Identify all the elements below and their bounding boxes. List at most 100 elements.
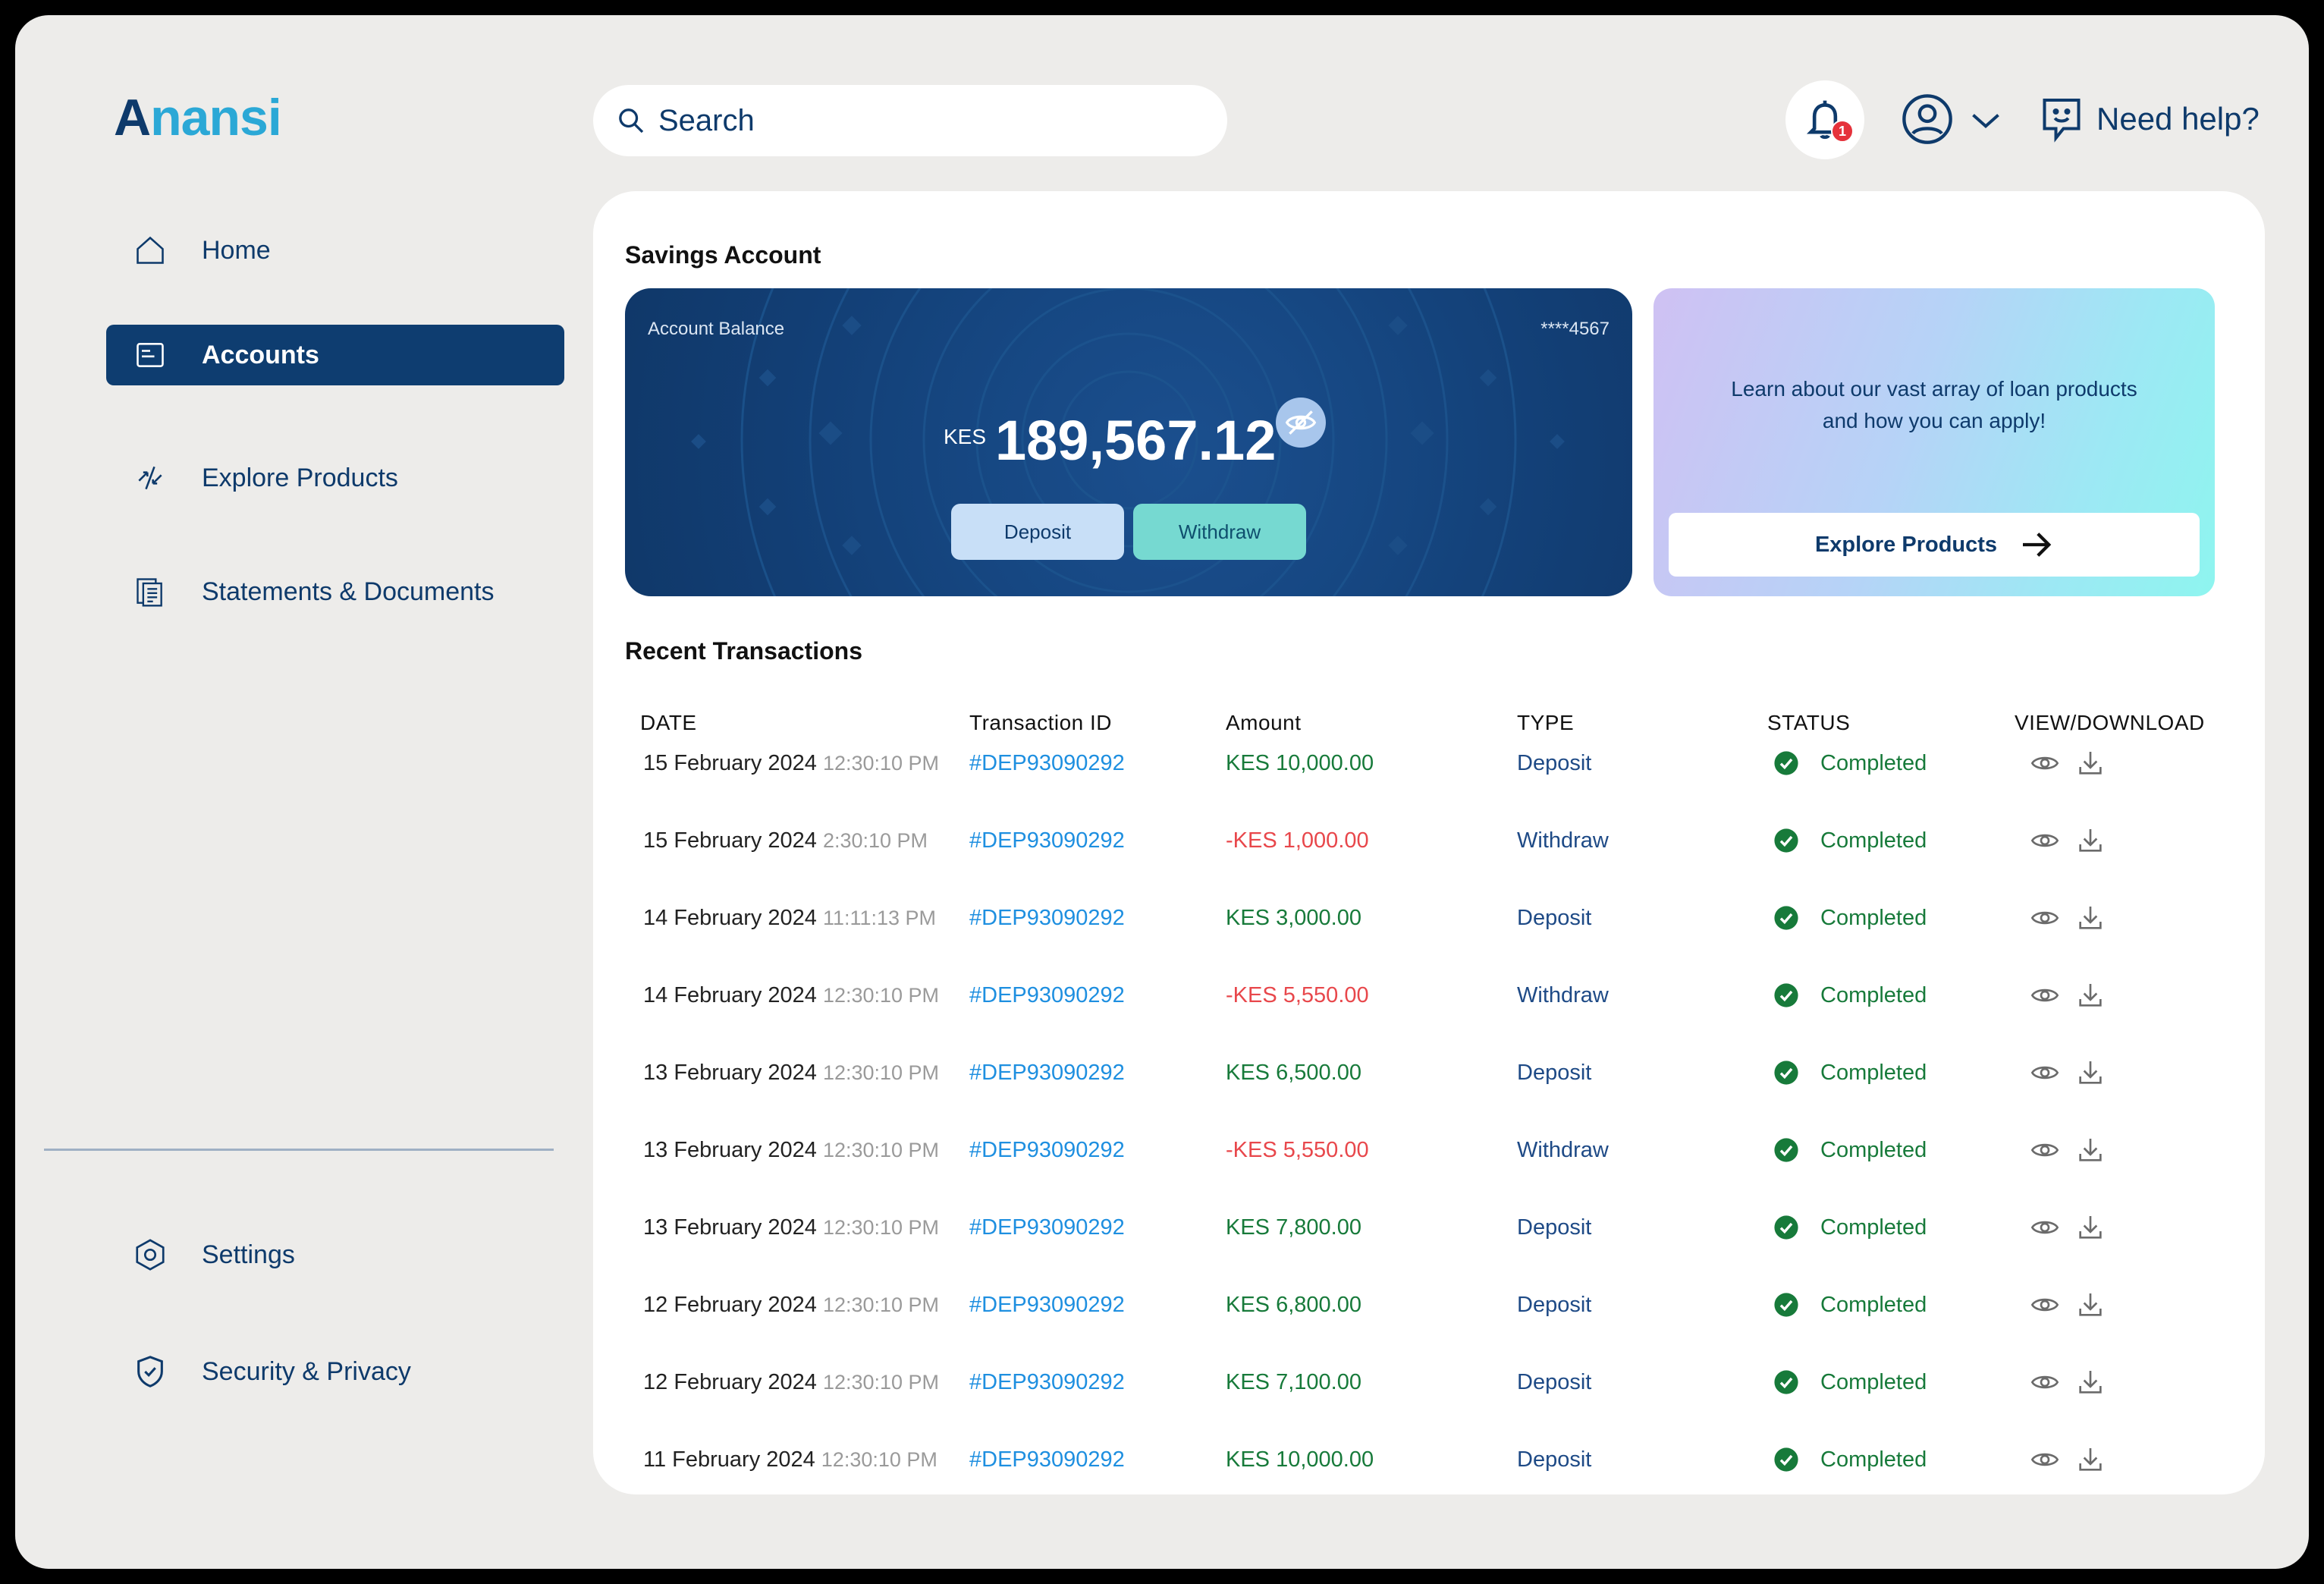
transaction-date: 13 February 2024: [643, 1060, 817, 1085]
sidebar-item-settings[interactable]: Settings: [106, 1224, 564, 1285]
transaction-id-link[interactable]: #DEP93090292: [969, 1111, 1125, 1189]
transaction-status: Completed: [1773, 957, 1927, 1034]
transaction-id-link[interactable]: #DEP93090292: [969, 1034, 1125, 1111]
transaction-type: Deposit: [1517, 1292, 1592, 1317]
view-icon[interactable]: [2030, 1135, 2060, 1165]
table-row[interactable]: 14 February 2024 11:11:13 PM #DEP93090292 K…: [593, 879, 2265, 957]
sidebar-item-label: Home: [202, 235, 271, 265]
download-icon[interactable]: [2075, 748, 2106, 778]
transaction-date-cell: 15 February 2024 12:30:10 PM: [643, 724, 939, 802]
transaction-id-link[interactable]: #DEP93090292: [969, 724, 1125, 802]
logo-first-letter: A: [114, 89, 151, 146]
check-circle-icon: [1774, 1370, 1798, 1394]
transaction-type: Deposit: [1517, 1215, 1592, 1240]
download-icon[interactable]: [2075, 1444, 2106, 1475]
anansi-logo[interactable]: Anansi: [114, 88, 282, 147]
deposit-button[interactable]: Deposit: [951, 504, 1124, 560]
search-icon: [619, 108, 644, 134]
sidebar-item-explore-products[interactable]: Explore Products: [106, 448, 564, 508]
status-label: Completed: [1820, 828, 1927, 853]
arrow-right-icon: [2023, 533, 2052, 557]
app-window: Anansi Home Accounts Explore Products St…: [15, 15, 2309, 1569]
savings-account-title: Savings Account: [625, 241, 821, 269]
sidebar-item-home[interactable]: Home: [106, 220, 564, 281]
sidebar-item-label: Settings: [202, 1240, 295, 1269]
transaction-status: Completed: [1773, 1034, 1927, 1111]
sidebar-item-statements-documents[interactable]: Statements & Documents: [106, 561, 564, 622]
table-row[interactable]: 15 February 2024 2:30:10 PM #DEP93090292 -K…: [593, 802, 2265, 879]
transaction-id-link[interactable]: #DEP93090292: [969, 1421, 1125, 1494]
view-icon[interactable]: [2030, 903, 2060, 933]
view-icon[interactable]: [2030, 1290, 2060, 1320]
notifications-button[interactable]: 1: [1785, 80, 1864, 159]
transaction-id-link[interactable]: #DEP93090292: [969, 879, 1125, 957]
view-icon[interactable]: [2030, 1367, 2060, 1397]
table-row[interactable]: 12 February 2024 12:30:10 PM #DEP93090292 K…: [593, 1344, 2265, 1421]
sidebar-item-accounts[interactable]: Accounts: [106, 325, 564, 385]
download-icon[interactable]: [2075, 903, 2106, 933]
download-icon[interactable]: [2075, 825, 2106, 856]
promo-text: Learn about our vast array of loan produ…: [1731, 377, 2137, 432]
view-icon[interactable]: [2030, 825, 2060, 856]
transaction-date-cell: 12 February 2024 12:30:10 PM: [643, 1344, 939, 1421]
table-row[interactable]: 13 February 2024 12:30:10 PM #DEP93090292 K…: [593, 1034, 2265, 1111]
need-help-button[interactable]: Need help?: [2039, 94, 2260, 144]
view-icon[interactable]: [2030, 748, 2060, 778]
transaction-id-link[interactable]: #DEP93090292: [969, 1344, 1125, 1421]
transaction-actions: [2030, 957, 2121, 1034]
sidebar-item-label: Statements & Documents: [202, 577, 495, 606]
download-icon[interactable]: [2075, 980, 2106, 1010]
transaction-actions: [2030, 1111, 2121, 1189]
table-row[interactable]: 13 February 2024 12:30:10 PM #DEP93090292 -…: [593, 1111, 2265, 1189]
status-label: Completed: [1820, 1292, 1927, 1317]
user-avatar-icon[interactable]: [1901, 93, 1954, 146]
support-chat-icon: [2043, 99, 2081, 143]
view-icon[interactable]: [2030, 1444, 2060, 1475]
transaction-status: Completed: [1773, 1111, 1927, 1189]
transaction-date: 14 February 2024: [643, 905, 817, 930]
transaction-time: 12:30:10 PM: [822, 1370, 940, 1394]
table-row[interactable]: 11 February 2024 12:30:10 PM #DEP93090292 K…: [593, 1421, 2265, 1494]
view-icon[interactable]: [2030, 1212, 2060, 1243]
explore-products-button[interactable]: Explore Products: [1669, 513, 2200, 577]
transaction-type: Deposit: [1517, 905, 1592, 930]
documents-icon: [132, 574, 168, 610]
table-row[interactable]: 14 February 2024 12:30:10 PM #DEP93090292 -…: [593, 957, 2265, 1034]
hide-balance-toggle[interactable]: [1276, 398, 1326, 448]
download-icon[interactable]: [2075, 1290, 2106, 1320]
table-row[interactable]: 15 February 2024 12:30:10 PM #DEP93090292 K…: [593, 724, 2265, 802]
transaction-type: Deposit: [1517, 1060, 1592, 1085]
transaction-id-link[interactable]: #DEP93090292: [969, 1266, 1125, 1344]
download-icon[interactable]: [2075, 1135, 2106, 1165]
transaction-date: 12 February 2024: [643, 1369, 817, 1394]
transaction-amount: KES 10,000.00: [1226, 1447, 1374, 1472]
need-help-label: Need help?: [2096, 101, 2260, 137]
recent-transactions-title: Recent Transactions: [625, 637, 862, 665]
view-icon[interactable]: [2030, 1058, 2060, 1088]
table-row[interactable]: 13 February 2024 12:30:10 PM #DEP93090292 K…: [593, 1189, 2265, 1266]
transaction-time: 11:11:13 PM: [822, 906, 937, 929]
transaction-id-link[interactable]: #DEP93090292: [969, 1189, 1125, 1266]
sidebar-item-security-privacy[interactable]: Security & Privacy: [106, 1341, 564, 1402]
transaction-time: 12:30:10 PM: [822, 751, 940, 775]
check-circle-icon: [1774, 751, 1798, 775]
chevron-down-icon[interactable]: [1969, 109, 2002, 132]
withdraw-button[interactable]: Withdraw: [1133, 504, 1306, 560]
download-icon[interactable]: [2075, 1058, 2106, 1088]
transaction-actions: [2030, 1344, 2121, 1421]
transaction-amount: KES 7,100.00: [1226, 1369, 1361, 1394]
transaction-status: Completed: [1773, 1189, 1927, 1266]
search-input[interactable]: Search: [593, 85, 1227, 156]
transaction-id-link[interactable]: #DEP93090292: [969, 802, 1125, 879]
view-icon[interactable]: [2030, 980, 2060, 1010]
balance-currency: KES: [944, 425, 987, 448]
home-icon: [132, 232, 168, 269]
transaction-time: 12:30:10 PM: [822, 1293, 940, 1316]
explore-products-label: Explore Products: [1814, 532, 1998, 557]
table-row[interactable]: 12 February 2024 12:30:10 PM #DEP93090292 K…: [593, 1266, 2265, 1344]
download-icon[interactable]: [2075, 1212, 2106, 1243]
download-icon[interactable]: [2075, 1367, 2106, 1397]
transaction-id-link[interactable]: #DEP93090292: [969, 957, 1125, 1034]
transaction-status: Completed: [1773, 879, 1927, 957]
sidebar-divider: [44, 1149, 554, 1151]
